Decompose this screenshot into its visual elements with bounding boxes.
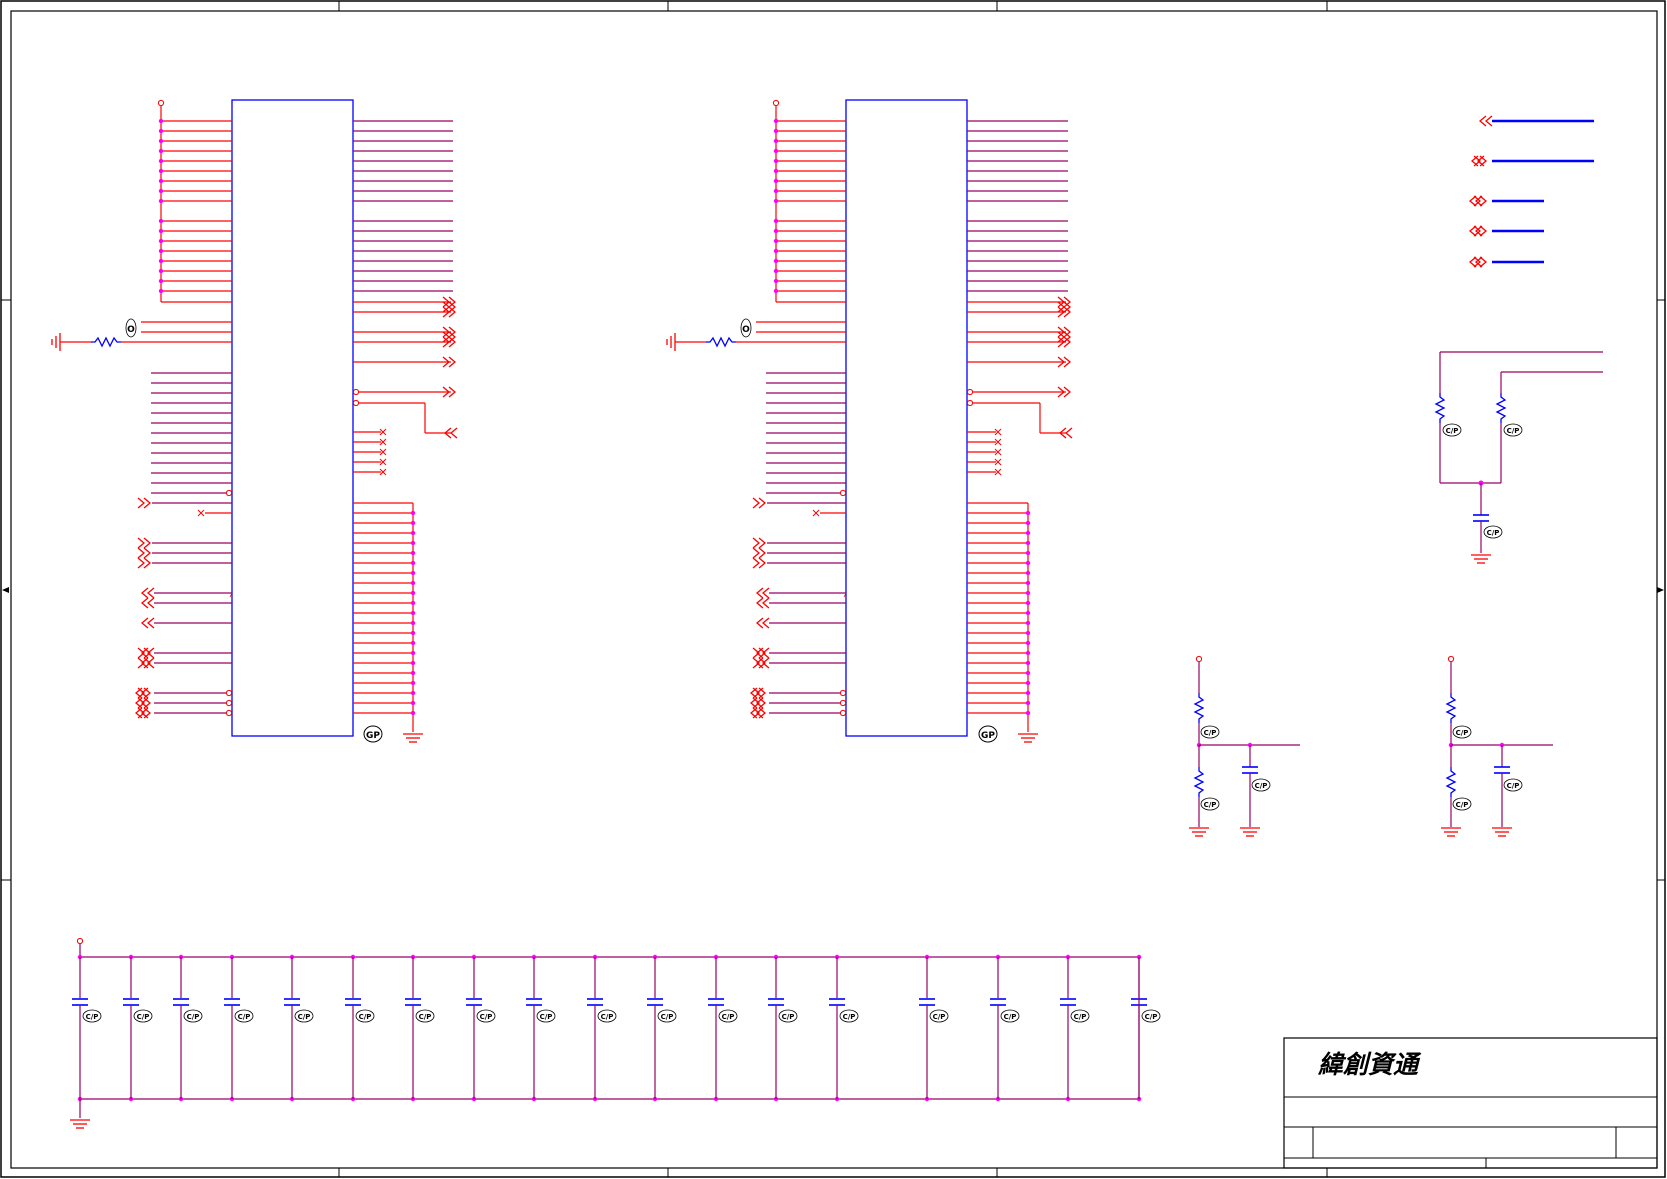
decoupling-capacitor	[918, 998, 936, 1006]
svg-text:C/P: C/P	[601, 1013, 614, 1021]
cp-mark-bank: C/P	[415, 1009, 435, 1023]
cp-mark-bank: C/P	[536, 1009, 556, 1023]
cp-mark-bank: C/P	[82, 1009, 102, 1023]
decoupling-capacitor	[344, 998, 362, 1006]
ic-block-right	[845, 99, 968, 737]
top-right-bus-connectors	[1469, 115, 1594, 268]
svg-text:C/P: C/P	[359, 1013, 372, 1021]
cp-mark-bank: C/P	[355, 1009, 375, 1023]
svg-text:C/P: C/P	[1456, 729, 1469, 737]
cp-mark-bank: C/P	[183, 1009, 203, 1023]
decoupling-capacitor	[646, 998, 664, 1006]
decoupling-capacitor	[989, 998, 1007, 1006]
svg-text:C/P: C/P	[1507, 782, 1520, 790]
decoupling-capacitor	[586, 998, 604, 1006]
company-name: 緯創資通	[1317, 1050, 1422, 1079]
sheet-frame	[0, 0, 1666, 1178]
svg-text:C/P: C/P	[1507, 427, 1520, 435]
ic-body-left	[231, 99, 354, 737]
svg-text:C/P: C/P	[1487, 529, 1500, 537]
decoupling-cap-bank: C/P C/P C/P C/P C/P C/P C/P C/P C/P C/P C/P C/P C/P C…	[69, 937, 1161, 1129]
pullup-network-top-right: C/P C/P C/P	[1435, 351, 1603, 564]
svg-text:C/P: C/P	[480, 1013, 493, 1021]
cp-mark-r1: C/P	[1442, 423, 1462, 437]
mount-badge: O	[740, 318, 752, 338]
svg-text:C/P: C/P	[1446, 427, 1459, 435]
mount-badge: O	[125, 318, 137, 338]
svg-text:C/P: C/P	[187, 1013, 200, 1021]
gp-badge-right: GP	[978, 725, 998, 743]
cp-mark-div-c: C/P	[1503, 778, 1523, 792]
svg-text:C/P: C/P	[86, 1013, 99, 1021]
cp-mark-bank: C/P	[1141, 1009, 1161, 1023]
svg-text:C/P: C/P	[722, 1013, 735, 1021]
svg-text:O: O	[742, 325, 750, 335]
cp-mark-c1: C/P	[1483, 525, 1503, 539]
svg-text:C/P: C/P	[419, 1013, 432, 1021]
svg-text:C/P: C/P	[1074, 1013, 1087, 1021]
decoupling-capacitor	[707, 998, 725, 1006]
decoupling-capacitor	[525, 998, 543, 1006]
svg-text:C/P: C/P	[782, 1013, 795, 1021]
decoupling-capacitor	[122, 998, 140, 1006]
cp-mark-div-r1: C/P	[1452, 725, 1472, 739]
cp-mark-bank: C/P	[476, 1009, 496, 1023]
decoupling-capacitor	[283, 998, 301, 1006]
voltage-divider-right: C/P C/P C/P	[1440, 655, 1553, 837]
svg-text:C/P: C/P	[1255, 782, 1268, 790]
voltage-divider-left: C/P C/P C/P	[1188, 655, 1300, 837]
decoupling-capacitor	[71, 998, 89, 1006]
decoupling-capacitor	[828, 998, 846, 1006]
decoupling-capacitor	[223, 998, 241, 1006]
cp-mark-bank: C/P	[597, 1009, 617, 1023]
cp-mark-div-r2: C/P	[1200, 797, 1220, 811]
cp-mark-bank: C/P	[133, 1009, 153, 1023]
decoupling-capacitor	[767, 998, 785, 1006]
cp-mark-bank: C/P	[1000, 1009, 1020, 1023]
cp-mark-div-r1: C/P	[1200, 725, 1220, 739]
svg-text:C/P: C/P	[1204, 801, 1217, 809]
gp-badge-left: GP	[363, 725, 383, 743]
cp-mark-bank: C/P	[839, 1009, 859, 1023]
svg-text:C/P: C/P	[1456, 801, 1469, 809]
svg-text:GP: GP	[366, 731, 380, 741]
svg-text:C/P: C/P	[1145, 1013, 1158, 1021]
decoupling-capacitor	[404, 998, 422, 1006]
cp-mark-bank: C/P	[778, 1009, 798, 1023]
cp-mark-bank: C/P	[718, 1009, 738, 1023]
svg-text:GP: GP	[981, 731, 995, 741]
cp-mark-bank: C/P	[657, 1009, 677, 1023]
cp-mark-bank: C/P	[1070, 1009, 1090, 1023]
cp-mark-div-c: C/P	[1251, 778, 1271, 792]
svg-text:C/P: C/P	[843, 1013, 856, 1021]
svg-text:C/P: C/P	[298, 1013, 311, 1021]
svg-text:C/P: C/P	[933, 1013, 946, 1021]
cp-mark-div-r2: C/P	[1452, 797, 1472, 811]
cp-mark-bank: C/P	[294, 1009, 314, 1023]
cp-mark-bank: C/P	[234, 1009, 254, 1023]
svg-text:C/P: C/P	[1004, 1013, 1017, 1021]
cp-mark-bank: C/P	[929, 1009, 949, 1023]
decoupling-capacitor	[1059, 998, 1077, 1006]
decoupling-capacitor	[465, 998, 483, 1006]
decoupling-capacitor	[172, 998, 190, 1006]
svg-text:O: O	[127, 325, 135, 335]
ic-block-left	[231, 99, 354, 737]
svg-text:C/P: C/P	[137, 1013, 150, 1021]
schematic-sheet: 緯創資通 GP GP C/P C/P C/P C/PC/PC/P C/PC/PC…	[0, 0, 1666, 1178]
svg-text:C/P: C/P	[540, 1013, 553, 1021]
svg-text:C/P: C/P	[238, 1013, 251, 1021]
ic-body-right	[845, 99, 968, 737]
cp-mark-r2: C/P	[1503, 423, 1523, 437]
title-block: 緯創資通	[1283, 1037, 1658, 1169]
svg-text:C/P: C/P	[1204, 729, 1217, 737]
svg-text:C/P: C/P	[661, 1013, 674, 1021]
